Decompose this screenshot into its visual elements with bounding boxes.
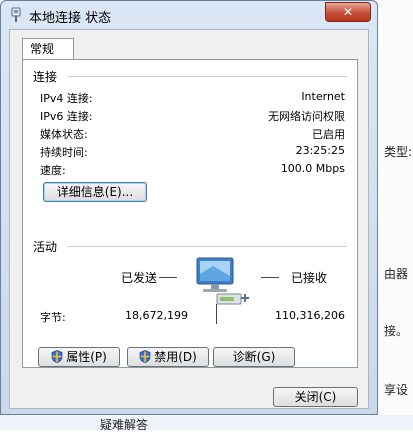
properties-button[interactable]: 属性(P) — [38, 347, 120, 367]
tab-general[interactable]: 常规 — [22, 38, 74, 60]
disable-label: 禁用(D) — [154, 350, 197, 364]
ipv6-label: IPv6 连接: — [40, 110, 93, 123]
media-state-label: 媒体状态: — [40, 128, 88, 141]
activity-divider — [216, 304, 217, 324]
connection-heading: 连接 — [33, 70, 58, 84]
bytes-received-value: 110,316,206 — [275, 309, 345, 322]
shield-icon — [51, 350, 63, 363]
background-window-footer: 疑难解答 — [0, 415, 413, 433]
details-button[interactable]: 详细信息(E)... — [43, 182, 147, 202]
network-activity-icon — [196, 257, 249, 305]
connection-status-dialog: 本地连接 状态 ✕ 常规 连接 IPv4 连接: Internet IPv6 连… — [0, 0, 378, 415]
background-text: 由器 — [384, 267, 409, 281]
general-panel: 连接 IPv4 连接: Internet IPv6 连接: 无网络访问权限 媒体… — [22, 59, 358, 368]
activity-heading: 活动 — [33, 240, 58, 254]
background-text: 享设 — [384, 383, 409, 397]
ipv4-value: Internet — [301, 90, 345, 103]
troubleshoot-link[interactable]: 疑难解答 — [100, 416, 148, 433]
media-state-value: 已启用 — [312, 128, 345, 141]
network-adapter-icon — [11, 7, 21, 22]
duration-value: 23:25:25 — [295, 144, 345, 157]
ipv6-value: 无网络访问权限 — [268, 110, 345, 123]
speed-value: 100.0 Mbps — [280, 162, 345, 175]
disable-button[interactable]: 禁用(D) — [127, 347, 209, 367]
bytes-sent-value: 18,672,199 — [125, 309, 188, 322]
shield-icon — [139, 350, 151, 363]
section-divider — [67, 76, 347, 77]
properties-label: 属性(P) — [66, 350, 107, 364]
ipv4-label: IPv4 连接: — [40, 92, 93, 105]
window-title: 本地连接 状态 — [29, 11, 112, 26]
section-divider — [67, 246, 347, 247]
sent-label: 已发送 — [121, 271, 158, 285]
speed-label: 速度: — [40, 164, 66, 177]
received-label: 已接收 — [291, 271, 328, 285]
background-window-panel — [378, 0, 413, 430]
close-button[interactable]: 关闭(C) — [273, 387, 358, 407]
diagnose-button[interactable]: 诊断(G) — [213, 347, 295, 367]
received-line — [261, 277, 279, 278]
background-text: 类型: — [384, 145, 413, 159]
background-text: 接。 — [384, 324, 409, 338]
duration-label: 持续时间: — [40, 146, 88, 159]
title-bar[interactable]: 本地连接 状态 ✕ — [1, 1, 377, 29]
bytes-label: 字节: — [40, 311, 66, 324]
close-window-button[interactable]: ✕ — [325, 2, 371, 22]
sent-line — [159, 277, 177, 278]
dialog-client-area: 常规 连接 IPv4 连接: Internet IPv6 连接: 无网络访问权限… — [9, 29, 369, 409]
